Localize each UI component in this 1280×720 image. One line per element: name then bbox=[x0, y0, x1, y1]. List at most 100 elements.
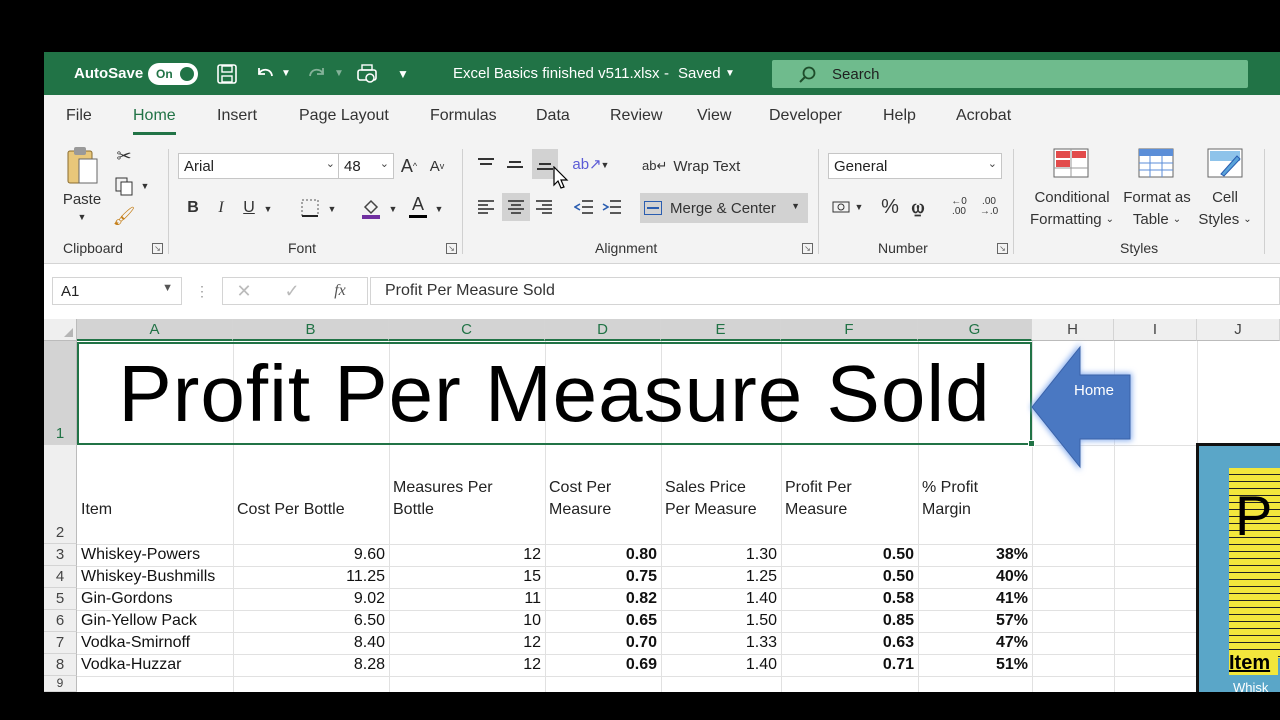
header-item[interactable]: Item bbox=[78, 499, 112, 521]
tab-file[interactable]: File bbox=[66, 107, 92, 125]
row-header-6[interactable]: 6 bbox=[44, 610, 77, 632]
cell-measures-per-bottle[interactable]: 11 bbox=[389, 588, 545, 610]
decrease-font-size-icon[interactable]: Av bbox=[426, 153, 448, 179]
cell-cost-per-measure[interactable]: 0.82 bbox=[545, 588, 661, 610]
align-right-icon[interactable] bbox=[532, 195, 556, 219]
cell-profit-per-measure[interactable]: 0.50 bbox=[781, 544, 918, 566]
cell-sales-price[interactable]: 1.30 bbox=[661, 544, 781, 566]
decrease-indent-icon[interactable] bbox=[572, 195, 596, 219]
select-all-button[interactable] bbox=[44, 319, 77, 341]
cell-measures-per-bottle[interactable]: 12 bbox=[389, 544, 545, 566]
cell-measures-per-bottle[interactable]: 12 bbox=[389, 632, 545, 654]
header-measures-per-bottle-1[interactable]: Measures Per bbox=[390, 477, 493, 499]
cell-item[interactable]: Gin-Yellow Pack bbox=[77, 610, 233, 632]
italic-button[interactable]: I bbox=[210, 195, 232, 221]
tab-formulas[interactable]: Formulas bbox=[430, 107, 497, 125]
format-as-table-label-2[interactable]: Table ⌄ bbox=[1120, 209, 1194, 229]
cell-profit-per-measure[interactable]: 0.63 bbox=[781, 632, 918, 654]
cell-cost-per-measure[interactable]: 0.75 bbox=[545, 566, 661, 588]
cell-sales-price[interactable]: 1.50 bbox=[661, 610, 781, 632]
customize-toolbar-icon[interactable]: ▼ bbox=[397, 52, 409, 95]
row-header-7[interactable]: 7 bbox=[44, 632, 77, 654]
saved-status-dropdown-icon[interactable]: ▼ bbox=[725, 52, 735, 95]
cell-cost-per-bottle[interactable]: 9.02 bbox=[233, 588, 389, 610]
borders-dropdown-icon[interactable]: ▼ bbox=[327, 199, 337, 219]
cell-sales-price[interactable]: 1.33 bbox=[661, 632, 781, 654]
conditional-formatting-icon[interactable] bbox=[1052, 147, 1090, 179]
row-header-1[interactable]: 1 bbox=[44, 341, 77, 445]
cell-profit-margin[interactable]: 41% bbox=[918, 588, 1032, 610]
insert-function-icon[interactable]: fx bbox=[329, 280, 351, 302]
cell-styles-label-1[interactable]: Cell bbox=[1194, 187, 1256, 207]
align-left-icon[interactable] bbox=[474, 195, 498, 219]
percent-style-icon[interactable]: % bbox=[878, 193, 902, 221]
number-launcher-icon[interactable]: ↘ bbox=[997, 243, 1008, 254]
tab-view[interactable]: View bbox=[697, 107, 731, 125]
conditional-formatting-label-2[interactable]: Formatting ⌄ bbox=[1024, 209, 1120, 229]
cell-measures-per-bottle[interactable]: 15 bbox=[389, 566, 545, 588]
font-color-icon[interactable]: A bbox=[407, 193, 429, 219]
autosave-toggle[interactable]: On bbox=[148, 63, 198, 85]
paste-label[interactable]: Paste bbox=[63, 189, 101, 209]
column-header-j[interactable]: J bbox=[1197, 319, 1280, 341]
column-header-b[interactable]: B bbox=[233, 319, 389, 341]
accounting-format-icon[interactable] bbox=[830, 195, 854, 219]
header-profit-margin-1[interactable]: % Profit bbox=[919, 477, 978, 499]
cell-cost-per-bottle[interactable]: 6.50 bbox=[233, 610, 389, 632]
underline-button[interactable]: U bbox=[238, 195, 260, 221]
cell-item[interactable]: Vodka-Smirnoff bbox=[77, 632, 233, 654]
font-name-select[interactable]: Arial ⌄ bbox=[178, 153, 340, 179]
bold-button[interactable]: B bbox=[182, 195, 204, 221]
cell-styles-label-2[interactable]: Styles ⌄ bbox=[1194, 209, 1256, 229]
row-header-9[interactable]: 9 bbox=[44, 676, 77, 692]
merge-center-button[interactable]: Merge & Center ▼ bbox=[640, 193, 808, 223]
cell-profit-margin[interactable]: 47% bbox=[918, 632, 1032, 654]
decrease-decimal-icon[interactable]: .00 →.0 bbox=[976, 193, 1002, 221]
paste-dropdown-icon[interactable]: ▼ bbox=[77, 211, 87, 223]
column-header-e[interactable]: E bbox=[661, 319, 781, 341]
alignment-launcher-icon[interactable]: ↘ bbox=[802, 243, 813, 254]
cell-cost-per-bottle[interactable]: 9.60 bbox=[233, 544, 389, 566]
header-profit-per-measure-1[interactable]: Profit Per bbox=[782, 477, 852, 499]
comma-style-icon[interactable]: ⍹ bbox=[908, 193, 928, 221]
cell-item[interactable]: Whiskey-Bushmills bbox=[77, 566, 233, 588]
cell-profit-margin[interactable]: 40% bbox=[918, 566, 1032, 588]
wrap-text-button[interactable]: ab↵ Wrap Text bbox=[642, 153, 746, 179]
cell-profit-per-measure[interactable]: 0.71 bbox=[781, 654, 918, 676]
increase-indent-icon[interactable] bbox=[600, 195, 624, 219]
header-profit-per-measure-2[interactable]: Measure bbox=[782, 499, 847, 521]
tab-acrobat[interactable]: Acrobat bbox=[956, 107, 1011, 125]
font-color-dropdown-icon[interactable]: ▼ bbox=[434, 199, 444, 219]
tab-insert[interactable]: Insert bbox=[217, 107, 257, 125]
cell-sales-price[interactable]: 1.40 bbox=[661, 654, 781, 676]
name-box[interactable]: A1 ▼ bbox=[52, 277, 182, 305]
tab-help[interactable]: Help bbox=[883, 107, 916, 125]
column-header-a[interactable]: A bbox=[77, 319, 233, 341]
cell-styles-icon[interactable] bbox=[1206, 147, 1244, 179]
header-cost-per-measure-2[interactable]: Measure bbox=[546, 499, 611, 521]
format-as-table-icon[interactable] bbox=[1137, 147, 1175, 179]
row-header-5[interactable]: 5 bbox=[44, 588, 77, 610]
conditional-formatting-label-1[interactable]: Conditional bbox=[1024, 187, 1120, 207]
cell-sales-price[interactable]: 1.40 bbox=[661, 588, 781, 610]
column-header-g[interactable]: G bbox=[918, 319, 1032, 341]
format-as-table-label-1[interactable]: Format as bbox=[1120, 187, 1194, 207]
cell-cost-per-measure[interactable]: 0.65 bbox=[545, 610, 661, 632]
cell-cost-per-measure[interactable]: 0.70 bbox=[545, 632, 661, 654]
redo-icon[interactable] bbox=[306, 52, 328, 95]
cell-profit-margin[interactable]: 51% bbox=[918, 654, 1032, 676]
header-measures-per-bottle-2[interactable]: Bottle bbox=[390, 499, 434, 521]
accounting-dropdown-icon[interactable]: ▼ bbox=[854, 199, 864, 215]
font-size-select[interactable]: 48 ⌄ bbox=[338, 153, 394, 179]
number-format-select[interactable]: General ⌄ bbox=[828, 153, 1002, 179]
cell-profit-margin[interactable]: 57% bbox=[918, 610, 1032, 632]
fill-color-icon[interactable] bbox=[358, 195, 384, 221]
tab-data[interactable]: Data bbox=[536, 107, 570, 125]
column-header-c[interactable]: C bbox=[389, 319, 545, 341]
cancel-icon[interactable]: ✕ bbox=[233, 280, 255, 302]
cell-sales-price[interactable]: 1.25 bbox=[661, 566, 781, 588]
borders-icon[interactable] bbox=[298, 195, 322, 221]
header-sales-price-2[interactable]: Per Measure bbox=[662, 499, 757, 521]
more-options-icon[interactable]: ⋮ bbox=[194, 280, 210, 302]
cell-item[interactable]: Gin-Gordons bbox=[77, 588, 233, 610]
